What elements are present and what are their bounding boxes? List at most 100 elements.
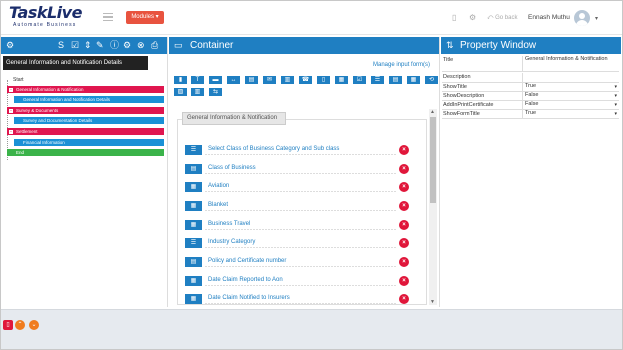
document-icon[interactable]: ▯	[452, 14, 456, 22]
table-icon[interactable]: ▤	[388, 75, 403, 85]
avatar[interactable]	[574, 10, 590, 26]
property-row-addinprintcertificate[interactable]: AddInPrintCertificate False ▾	[442, 101, 619, 110]
tree-node-settlement[interactable]: − Settlement	[7, 128, 164, 135]
form-field-row[interactable]: ▤ Policy and Certificate number ×	[185, 257, 415, 267]
image-icon[interactable]: ▨	[173, 87, 188, 97]
form-field-row[interactable]: ▦ Date Claim Reported to Aon ×	[185, 276, 415, 286]
container-scrollbar[interactable]: ▲ ▼	[429, 109, 437, 305]
bookmark-icon[interactable]: ▮	[173, 75, 188, 85]
resize-icon[interactable]: ↔	[226, 75, 241, 85]
sitemap-icon[interactable]: ⚙	[6, 40, 14, 51]
property-row-title[interactable]: Title General Information & Notification	[442, 56, 619, 72]
collapse-icon[interactable]: −	[9, 108, 13, 113]
building-icon[interactable]: ▥	[190, 87, 205, 97]
chevron-down-icon[interactable]: ⌄	[29, 320, 39, 330]
list-icon[interactable]: ▥	[280, 75, 295, 85]
tree-node-label: General Information & Notification	[16, 87, 84, 92]
delete-field-icon[interactable]: ×	[399, 164, 409, 174]
scroll-down-icon[interactable]: ▼	[430, 299, 435, 305]
manage-input-forms-link[interactable]: Manage input form(s)	[373, 62, 430, 68]
tree-node-survey-documents[interactable]: − Survey & Documents	[7, 107, 164, 114]
tree-node-general-information-details[interactable]: General Information and Notification Det…	[14, 96, 164, 103]
property-row-showformtitle[interactable]: ShowFormTitle True ▾	[442, 110, 619, 119]
field-underline	[205, 173, 397, 174]
form-field-row[interactable]: ☰ Select Class of Business Category and …	[185, 145, 415, 155]
user-menu-caret[interactable]: ▾	[595, 15, 598, 22]
delete-field-icon[interactable]: ×	[399, 145, 409, 155]
textbox-icon[interactable]: ▬	[208, 75, 223, 85]
history-icon[interactable]: ⟲	[424, 75, 439, 85]
go-back-link[interactable]: ⤺ Go back	[487, 15, 517, 22]
grid-icon[interactable]: ▦	[406, 75, 421, 85]
check-icon[interactable]: ☑	[352, 75, 367, 85]
form-field-row[interactable]: ▦ Business Travel ×	[185, 220, 415, 230]
field-type-icon: ▤	[185, 164, 202, 174]
property-key: AddInPrintCertificate	[443, 102, 494, 108]
user-name[interactable]: Ennash Muthu	[528, 14, 570, 21]
tree-node-general-information[interactable]: − General Information & Notification	[7, 86, 164, 93]
property-row-showdescription[interactable]: ShowDescription False ▾	[442, 92, 619, 101]
edit-icon[interactable]: ✎	[96, 40, 104, 51]
form-field-row[interactable]: ▦ Aviation ×	[185, 182, 415, 192]
property-value-input[interactable]: General Information & Notification	[522, 56, 619, 71]
calendar-icon[interactable]: ▦	[334, 75, 349, 85]
panel-divider[interactable]	[439, 37, 440, 307]
print-icon[interactable]: ⎙	[151, 40, 158, 51]
collapse-icon[interactable]: −	[9, 129, 13, 134]
property-key: ShowFormTitle	[443, 111, 480, 117]
close-circle-icon[interactable]: ⊗	[137, 40, 145, 51]
settings-icon[interactable]: ⚙	[469, 14, 476, 22]
delete-field-icon[interactable]: ×	[399, 276, 409, 286]
tree-node-label: General Information and Notification Det…	[23, 97, 111, 102]
info-icon[interactable]: ⓘ	[110, 40, 119, 51]
property-value-select[interactable]: True ▾	[522, 110, 619, 118]
collapse-icon[interactable]: −	[9, 87, 13, 92]
strike-icon[interactable]: S	[58, 40, 64, 51]
property-row-showtitle[interactable]: ShowTitle True ▾	[442, 83, 619, 92]
gear-icon[interactable]: ⚙	[123, 40, 131, 51]
mobile-icon[interactable]: ▯	[316, 75, 331, 85]
sort-icon[interactable]: ⇕	[84, 40, 92, 51]
selected-value: True	[525, 83, 537, 89]
section-title[interactable]: General Information & Notification	[182, 112, 286, 125]
split-icon[interactable]: ⇆	[208, 87, 223, 97]
delete-field-icon[interactable]: ×	[399, 220, 409, 230]
text-icon[interactable]: T	[190, 75, 205, 85]
panel-divider[interactable]	[167, 37, 168, 307]
field-underline	[205, 266, 397, 267]
delete-field-icon[interactable]: ×	[399, 182, 409, 192]
modules-dropdown-button[interactable]: Modules ▾	[126, 11, 164, 24]
property-value-input[interactable]	[522, 73, 619, 82]
property-value-select[interactable]: True ▾	[522, 83, 619, 91]
property-value-select[interactable]: False ▾	[522, 101, 619, 109]
property-key: ShowTitle	[443, 84, 467, 90]
tree-node-survey-details[interactable]: Survey and Documentation Details	[14, 117, 164, 124]
phone-icon[interactable]: ☎	[298, 75, 313, 85]
form-field-row[interactable]: ☰ Industry Category ×	[185, 238, 415, 248]
field-label: Industry Category	[208, 239, 256, 245]
delete-field-icon[interactable]: ×	[399, 201, 409, 211]
bullet-list-icon[interactable]: ☰	[370, 75, 385, 85]
form-field-row[interactable]: ▤ Class of Business ×	[185, 164, 415, 174]
checkbox-icon[interactable]: ☑	[71, 40, 79, 51]
logo-text: TaskLive	[9, 3, 82, 22]
email-icon[interactable]: ✉	[262, 75, 277, 85]
form-icon[interactable]: ▤	[244, 75, 259, 85]
delete-field-icon[interactable]: ×	[399, 257, 409, 267]
property-window-header: ⇅ Property Window	[441, 37, 621, 54]
tree-node-financial-information[interactable]: Financial Information	[14, 139, 164, 146]
scroll-up-icon[interactable]: ▲	[430, 109, 435, 115]
delete-field-icon[interactable]: ×	[399, 238, 409, 248]
form-field-row[interactable]: ▦ Blanket ×	[185, 201, 415, 211]
delete-icon[interactable]: ▯	[3, 320, 13, 330]
form-field-row[interactable]: ▦ Date Claim Notified to Insurers ×	[185, 294, 415, 304]
delete-field-icon[interactable]: ×	[399, 294, 409, 304]
hamburger-menu-icon[interactable]	[103, 13, 113, 22]
left-toolbar: ⚙ S ☑ ⇕ ✎ ⓘ ⚙ ⊗ ⎙	[1, 37, 167, 54]
tree-node-end[interactable]: End	[7, 149, 164, 156]
tasklive-logo[interactable]: TaskLive Automate Business	[9, 4, 89, 32]
property-value-select[interactable]: False ▾	[522, 92, 619, 100]
chevron-up-icon[interactable]: ⌃	[15, 320, 25, 330]
scrollbar-thumb[interactable]	[430, 117, 436, 203]
property-row-description[interactable]: Description	[442, 73, 619, 83]
